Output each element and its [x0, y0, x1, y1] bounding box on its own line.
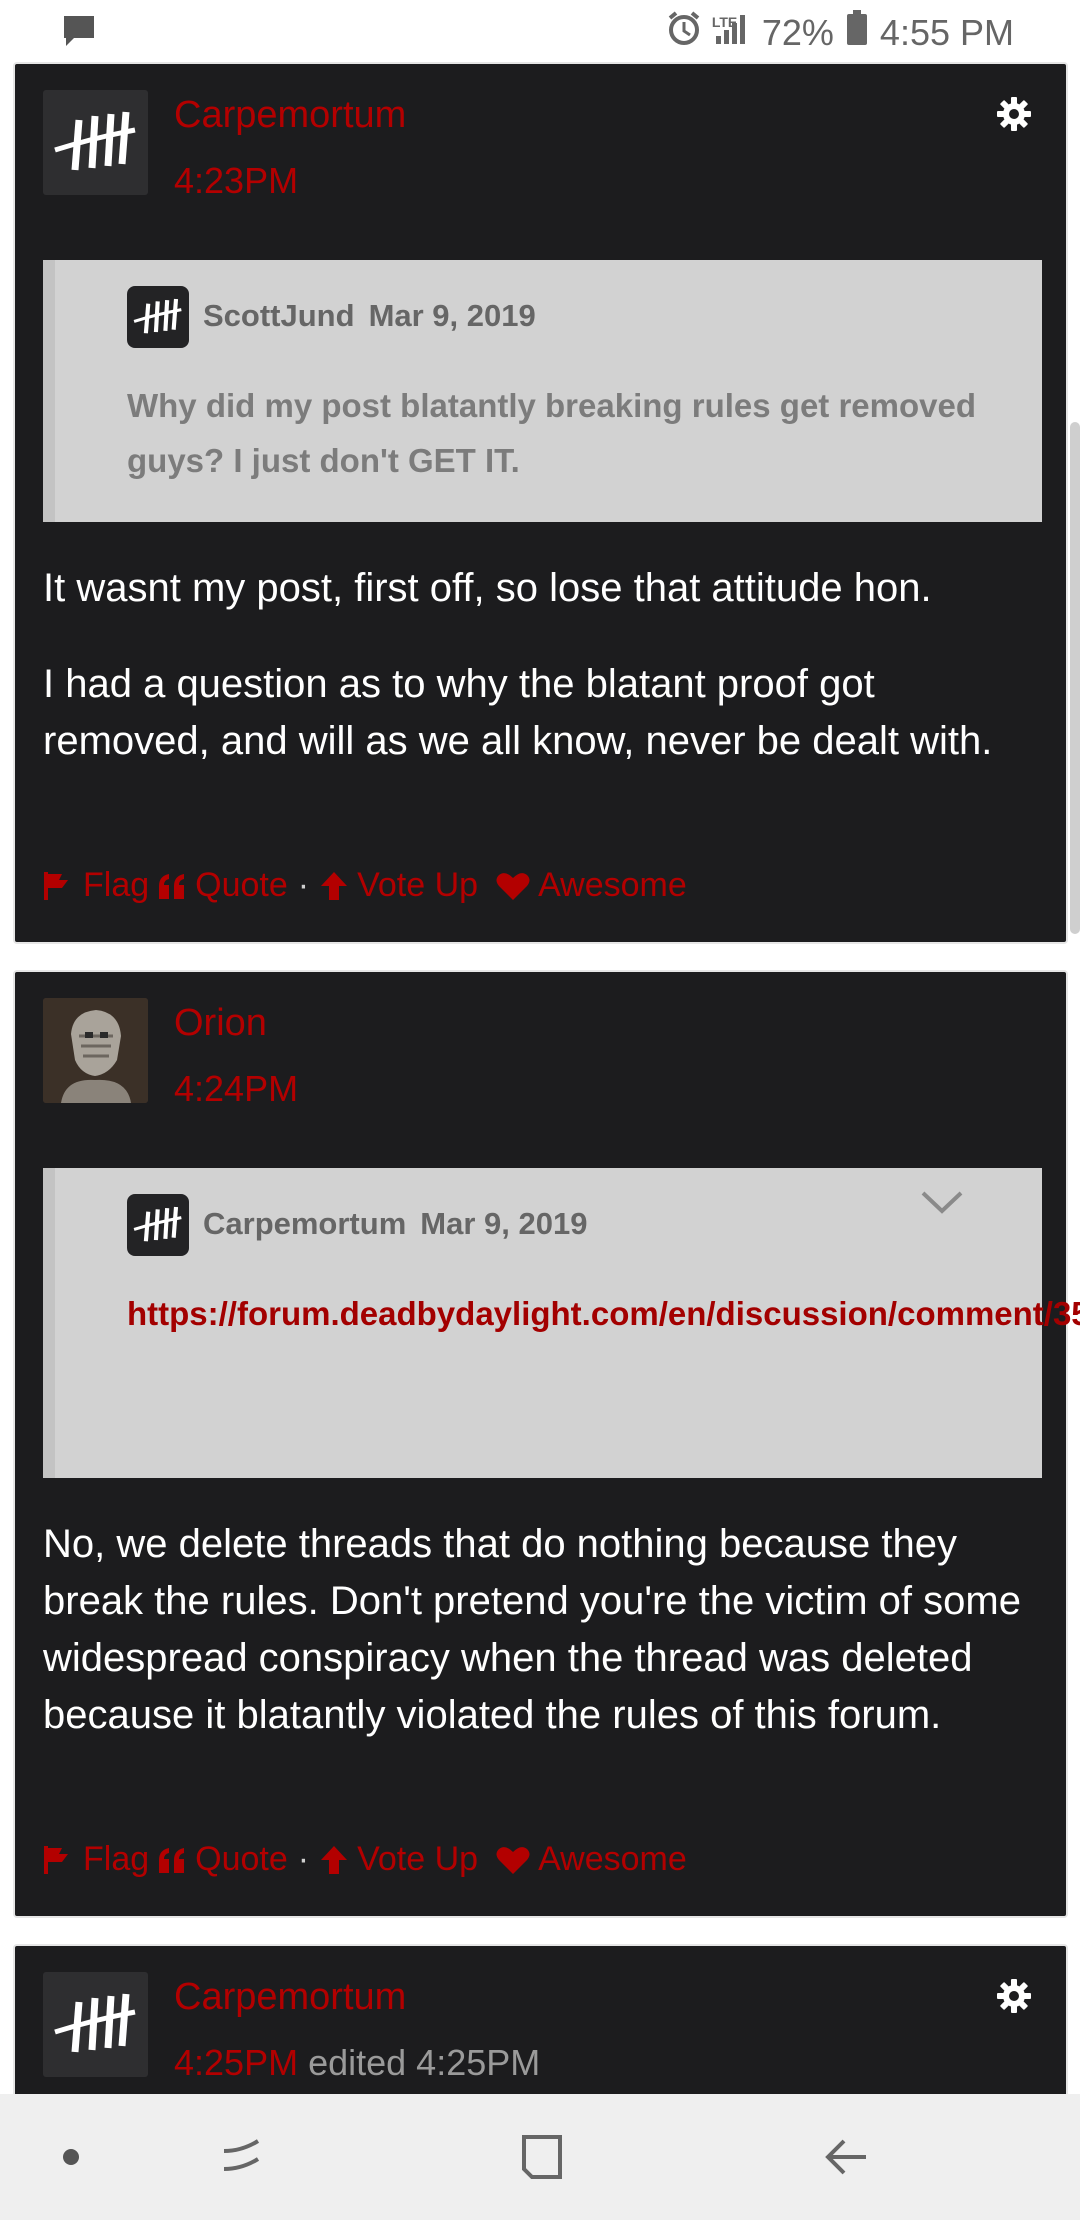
quote-label: Quote: [195, 1840, 288, 1878]
comment-author[interactable]: Orion: [174, 1002, 267, 1045]
quote-date: Mar 9, 2019: [368, 298, 536, 333]
dbd-logo-icon: [54, 1993, 136, 2053]
back-icon[interactable]: [816, 2094, 876, 2220]
comment-actions: Flag Quote · Vote Up Awesome: [43, 1840, 687, 1879]
dbd-logo-icon: [133, 1206, 182, 1242]
quote-author[interactable]: Carpemortum: [203, 1206, 406, 1241]
action-separator: ·: [297, 866, 310, 904]
scrollbar[interactable]: [1070, 422, 1080, 934]
avatar[interactable]: [43, 90, 148, 195]
quote-icon: [159, 1847, 185, 1873]
message-icon: [62, 14, 96, 53]
home-dot-icon[interactable]: [56, 2094, 86, 2220]
quote-author[interactable]: ScottJund: [203, 298, 355, 333]
vote-up-button[interactable]: Vote Up: [319, 866, 478, 905]
arrow-up-icon: [321, 1845, 348, 1874]
comment-time[interactable]: 4:25PM: [174, 2042, 298, 2083]
quote-avatar: [127, 286, 189, 348]
quote-header: Carpemortum Mar 9, 2019: [203, 1206, 587, 1242]
comment-author[interactable]: Carpemortum: [174, 94, 406, 137]
awesome-button[interactable]: Awesome: [496, 1840, 687, 1879]
comment-post: Carpemortum 4:25PM edited 4:25PM: [13, 1944, 1068, 2094]
overview-icon[interactable]: [512, 2094, 572, 2220]
comment-time-row: 4:25PM edited 4:25PM: [174, 2042, 540, 2084]
heart-icon: [496, 872, 530, 900]
dbd-logo-icon: [54, 111, 136, 171]
comment-post: Carpemortum 4:23PM ScottJund Mar 9, 2019 …: [13, 62, 1068, 944]
clock: 4:55 PM: [879, 12, 1014, 53]
battery-icon: [846, 10, 868, 56]
quote-header: ScottJund Mar 9, 2019: [203, 298, 536, 334]
recents-icon[interactable]: [212, 2094, 272, 2220]
comment-time[interactable]: 4:23PM: [174, 160, 298, 202]
system-nav-bar: [0, 2094, 1080, 2220]
comment-paragraph: I had a question as to why the blatant p…: [43, 662, 993, 763]
flag-icon: [44, 871, 71, 900]
quote-avatar: [127, 1194, 189, 1256]
vote-up-label: Vote Up: [357, 866, 479, 904]
avatar[interactable]: [43, 1972, 148, 2077]
network-label: LTE: [711, 14, 738, 30]
heart-icon: [496, 1846, 530, 1874]
edited-label: edited 4:25PM: [308, 2042, 541, 2083]
awesome-button[interactable]: Awesome: [496, 866, 687, 905]
comment-paragraph: It wasnt my post, first off, so lose tha…: [43, 566, 932, 610]
flag-button[interactable]: Flag: [43, 1840, 149, 1879]
comment-time[interactable]: 4:24PM: [174, 1068, 298, 1110]
flag-label: Flag: [83, 866, 150, 904]
quote-button[interactable]: Quote: [157, 1840, 288, 1879]
signal-icon: LTE: [712, 10, 750, 56]
status-bar: LTE 72% 4:55 PM: [0, 0, 1080, 64]
status-right: LTE 72% 4:55 PM: [666, 10, 1014, 56]
quote-block: ScottJund Mar 9, 2019 Why did my post bla…: [43, 260, 1042, 522]
flag-button[interactable]: Flag: [43, 866, 149, 905]
alarm-icon: [666, 10, 702, 56]
chevron-down-icon[interactable]: [920, 1190, 964, 1221]
awesome-label: Awesome: [538, 866, 687, 904]
quote-label: Quote: [195, 866, 288, 904]
vote-up-label: Vote Up: [357, 1840, 479, 1878]
vote-up-button[interactable]: Vote Up: [319, 1840, 478, 1879]
comment-author[interactable]: Carpemortum: [174, 1976, 406, 2019]
comment-actions: Flag Quote · Vote Up Awesome: [43, 866, 687, 905]
arrow-up-icon: [321, 871, 348, 900]
gear-icon[interactable]: [996, 1978, 1032, 2019]
comment-feed[interactable]: Carpemortum 4:23PM ScottJund Mar 9, 2019 …: [0, 62, 1080, 2094]
quote-date: Mar 9, 2019: [420, 1206, 588, 1241]
comment-paragraph: No, we delete threads that do nothing be…: [43, 1522, 1021, 1737]
quote-link[interactable]: https://forum.deadbydaylight.com/en/disc…: [127, 1286, 1080, 1341]
flag-icon: [44, 1845, 71, 1874]
avatar[interactable]: [43, 998, 148, 1103]
quote-text: Why did my post blatantly breaking rules…: [127, 387, 977, 479]
battery-level: 72%: [761, 12, 834, 53]
quote-icon: [159, 873, 185, 899]
action-separator: ·: [297, 1840, 310, 1878]
user-avatar-image: [43, 998, 148, 1103]
awesome-label: Awesome: [538, 1840, 687, 1878]
flag-label: Flag: [83, 1840, 150, 1878]
quote-block: Carpemortum Mar 9, 2019 https://forum.dea…: [43, 1168, 1080, 1478]
dbd-logo-icon: [133, 298, 182, 334]
quote-button[interactable]: Quote: [157, 866, 288, 905]
comment-post: Orion 4:24PM Carpemortum Mar 9, 2019 http…: [13, 970, 1080, 1918]
gear-icon[interactable]: [996, 96, 1032, 137]
